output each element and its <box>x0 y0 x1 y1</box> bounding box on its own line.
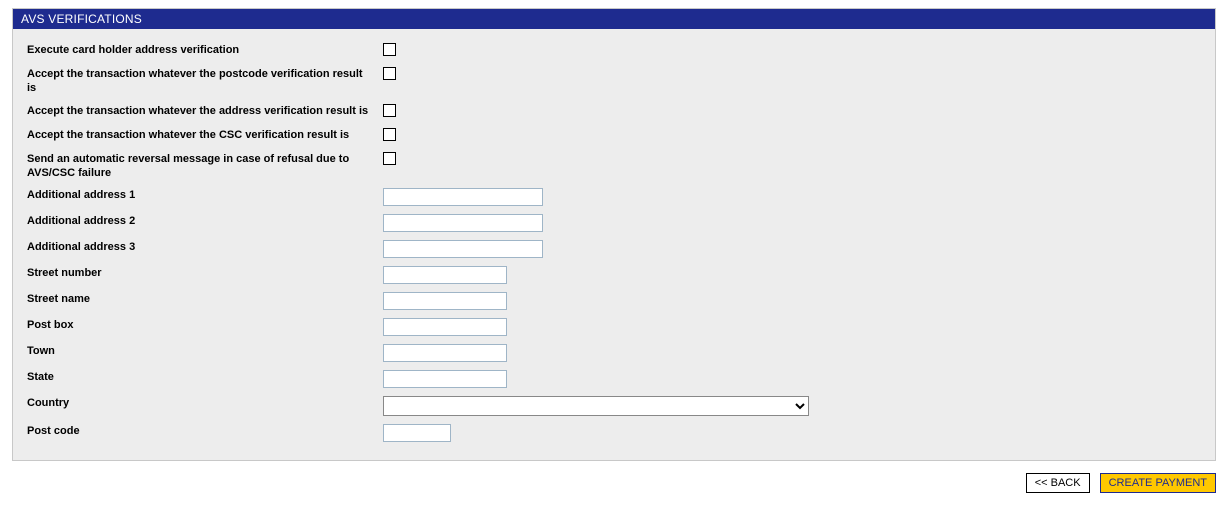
label-post-box: Post box <box>27 318 383 332</box>
row-accept-csc: Accept the transaction whatever the CSC … <box>27 124 1201 148</box>
label-street-name: Street name <box>27 292 383 306</box>
label-send-reversal: Send an automatic reversal message in ca… <box>27 152 383 181</box>
button-bar: << BACK CREATE PAYMENT <box>12 471 1216 495</box>
label-accept-address: Accept the transaction whatever the addr… <box>27 104 383 118</box>
row-country: Country <box>27 392 1201 420</box>
avs-verifications-panel: AVS VERIFICATIONS Execute card holder ad… <box>12 8 1216 461</box>
row-post-code: Post code <box>27 420 1201 446</box>
row-send-reversal: Send an automatic reversal message in ca… <box>27 148 1201 185</box>
input-state[interactable] <box>383 370 507 388</box>
label-town: Town <box>27 344 383 358</box>
row-accept-postcode: Accept the transaction whatever the post… <box>27 63 1201 100</box>
row-execute-verification: Execute card holder address verification <box>27 39 1201 63</box>
checkbox-accept-csc[interactable] <box>383 128 396 141</box>
label-accept-csc: Accept the transaction whatever the CSC … <box>27 128 383 142</box>
checkbox-send-reversal[interactable] <box>383 152 396 165</box>
label-addr2: Additional address 2 <box>27 214 383 228</box>
row-post-box: Post box <box>27 314 1201 340</box>
label-street-number: Street number <box>27 266 383 280</box>
input-street-name[interactable] <box>383 292 507 310</box>
input-post-box[interactable] <box>383 318 507 336</box>
label-addr3: Additional address 3 <box>27 240 383 254</box>
input-addr1[interactable] <box>383 188 543 206</box>
row-town: Town <box>27 340 1201 366</box>
checkbox-execute-verification[interactable] <box>383 43 396 56</box>
row-addr1: Additional address 1 <box>27 184 1201 210</box>
panel-title: AVS VERIFICATIONS <box>13 9 1215 29</box>
input-addr3[interactable] <box>383 240 543 258</box>
label-addr1: Additional address 1 <box>27 188 383 202</box>
row-state: State <box>27 366 1201 392</box>
row-street-name: Street name <box>27 288 1201 314</box>
label-execute-verification: Execute card holder address verification <box>27 43 383 57</box>
input-post-code[interactable] <box>383 424 451 442</box>
label-state: State <box>27 370 383 384</box>
create-payment-button[interactable]: CREATE PAYMENT <box>1100 473 1216 493</box>
input-town[interactable] <box>383 344 507 362</box>
input-street-number[interactable] <box>383 266 507 284</box>
select-country[interactable] <box>383 396 809 416</box>
back-button[interactable]: << BACK <box>1026 473 1090 493</box>
row-accept-address: Accept the transaction whatever the addr… <box>27 100 1201 124</box>
label-post-code: Post code <box>27 424 383 438</box>
row-street-number: Street number <box>27 262 1201 288</box>
checkbox-accept-postcode[interactable] <box>383 67 396 80</box>
label-country: Country <box>27 396 383 410</box>
row-addr3: Additional address 3 <box>27 236 1201 262</box>
panel-body: Execute card holder address verification… <box>13 29 1215 460</box>
label-accept-postcode: Accept the transaction whatever the post… <box>27 67 383 96</box>
checkbox-accept-address[interactable] <box>383 104 396 117</box>
input-addr2[interactable] <box>383 214 543 232</box>
row-addr2: Additional address 2 <box>27 210 1201 236</box>
